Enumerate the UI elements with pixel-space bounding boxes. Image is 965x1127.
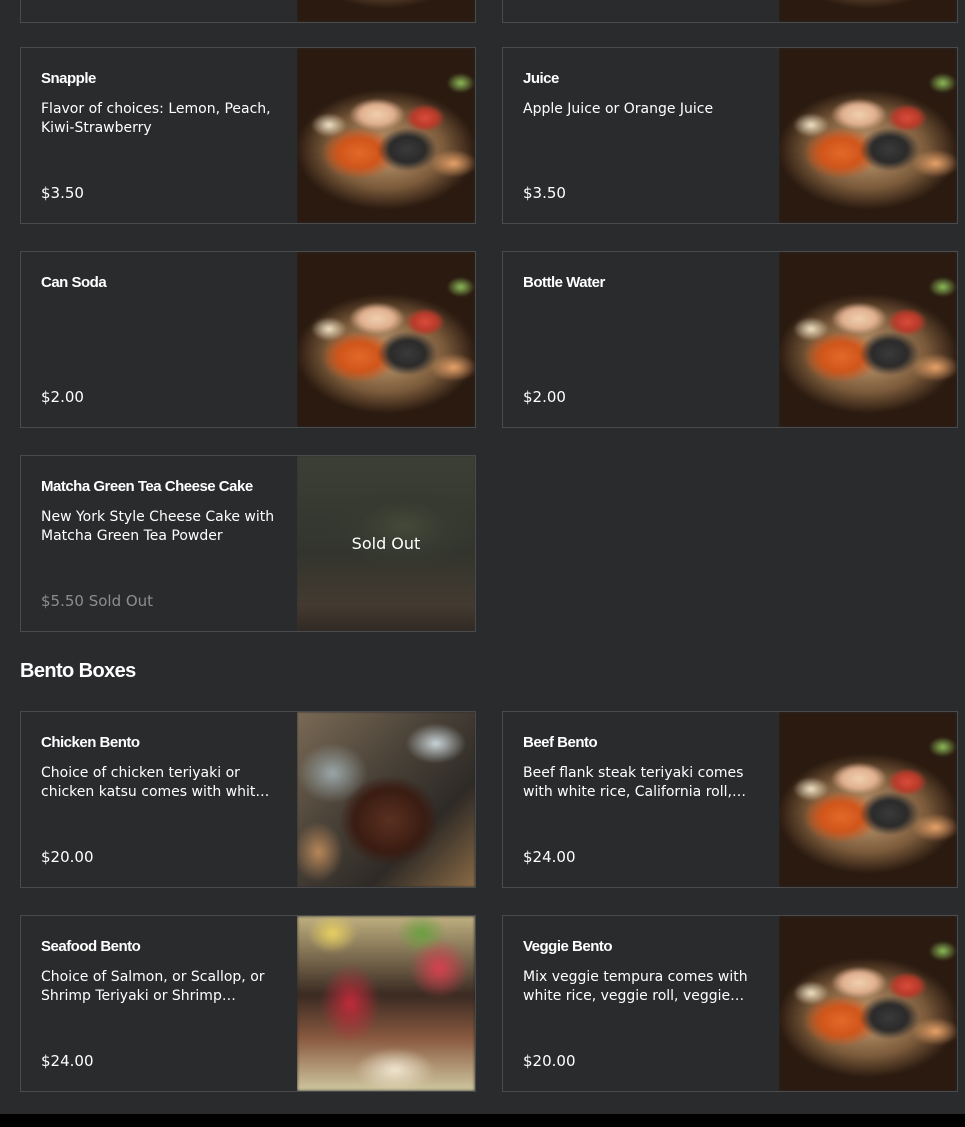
- footer-bar: [0, 1114, 965, 1127]
- sushi-platter-photo: [297, 0, 475, 22]
- sushi-platter-photo: [779, 712, 957, 887]
- menu-item-card-sold-out[interactable]: Matcha Green Tea Cheese Cake New York St…: [20, 455, 476, 632]
- matcha-cheesecake-photo: Sold Out: [297, 456, 475, 631]
- chicken-bento-photo: [297, 712, 475, 887]
- section-title-bento-boxes: Bento Boxes: [20, 660, 136, 682]
- menu-item-info: Seafood Bento Choice of Salmon, or Scall…: [41, 916, 276, 1091]
- menu-item-info: Juice Apple Juice or Orange Juice $3.50: [523, 48, 758, 223]
- sushi-platter-photo: [779, 252, 957, 427]
- menu-item-name: Chicken Bento: [41, 734, 140, 751]
- menu-item-info: Veggie Bento Mix veggie tempura comes wi…: [523, 916, 758, 1091]
- menu-item-description: New York Style Cheese Cake with Matcha G…: [41, 509, 275, 544]
- sushi-platter-photo: [297, 48, 475, 223]
- sushi-platter-photo: [779, 48, 957, 223]
- menu-item-card[interactable]: Can Soda $2.00: [20, 251, 476, 428]
- menu-item-price: $2.00: [523, 388, 566, 406]
- menu-item-name: Matcha Green Tea Cheese Cake: [41, 478, 253, 495]
- menu-item-name: Juice: [523, 70, 559, 87]
- menu-item-name: Beef Bento: [523, 734, 598, 751]
- menu-item-name: Snapple: [41, 70, 96, 87]
- menu-item-card[interactable]: Juice Apple Juice or Orange Juice $3.50: [502, 47, 958, 224]
- menu-item-price: $3.50: [523, 184, 566, 202]
- menu-item-info: Matcha Green Tea Cheese Cake New York St…: [41, 456, 276, 631]
- sushi-platter-photo: [297, 252, 475, 427]
- menu-item-info: Bottle Water $2.00: [523, 252, 758, 427]
- menu-item-price: $24.00: [523, 848, 576, 866]
- menu-item-price: $20.00: [41, 848, 94, 866]
- menu-item-name: Can Soda: [41, 274, 107, 291]
- menu-item-price: $24.00: [41, 1052, 94, 1070]
- sold-out-overlay: Sold Out: [297, 456, 475, 631]
- menu-item-price: $20.00: [523, 1052, 576, 1070]
- menu-item-name: Seafood Bento: [41, 938, 141, 955]
- menu-page: Snapple Flavor of choices: Lemon, Peach,…: [0, 0, 965, 1127]
- menu-item-card[interactable]: Chicken Bento Choice of chicken teriyaki…: [20, 711, 476, 888]
- menu-item-description: Flavor of choices: Lemon, Peach, Kiwi-St…: [41, 101, 271, 136]
- menu-item-description: Choice of chicken teriyaki or chicken ka…: [41, 765, 264, 800]
- menu-item-description: Apple Juice or Orange Juice: [523, 101, 714, 117]
- menu-item-description: Beef flank steak teriyaki comes with whi…: [523, 765, 744, 800]
- menu-item-info: Chicken Bento Choice of chicken teriyaki…: [41, 712, 276, 887]
- seafood-bento-photo: [297, 916, 475, 1091]
- menu-item-card[interactable]: Snapple Flavor of choices: Lemon, Peach,…: [20, 47, 476, 224]
- menu-item-card[interactable]: Veggie Bento Mix veggie tempura comes wi…: [502, 915, 958, 1092]
- menu-item-info: Snapple Flavor of choices: Lemon, Peach,…: [41, 48, 276, 223]
- menu-item-description: Mix veggie tempura comes with white rice…: [523, 969, 748, 1004]
- menu-item-name: Bottle Water: [523, 274, 605, 291]
- menu-item-price: $5.50 Sold Out: [41, 592, 154, 610]
- menu-item-info: Can Soda $2.00: [41, 252, 276, 427]
- menu-item-description: Choice of Salmon, or Scallop, or Shrimp …: [41, 969, 265, 1004]
- menu-item-card-partial[interactable]: [502, 0, 958, 23]
- menu-item-card[interactable]: Seafood Bento Choice of Salmon, or Scall…: [20, 915, 476, 1092]
- menu-item-card-partial[interactable]: [20, 0, 476, 23]
- menu-item-card[interactable]: Bottle Water $2.00: [502, 251, 958, 428]
- sushi-platter-photo: [779, 916, 957, 1091]
- menu-item-price: $2.00: [41, 388, 84, 406]
- menu-item-name: Veggie Bento: [523, 938, 613, 955]
- sushi-platter-photo: [779, 0, 957, 22]
- menu-item-info: Beef Bento Beef flank steak teriyaki com…: [523, 712, 758, 887]
- menu-item-price: $3.50: [41, 184, 84, 202]
- menu-item-card[interactable]: Beef Bento Beef flank steak teriyaki com…: [502, 711, 958, 888]
